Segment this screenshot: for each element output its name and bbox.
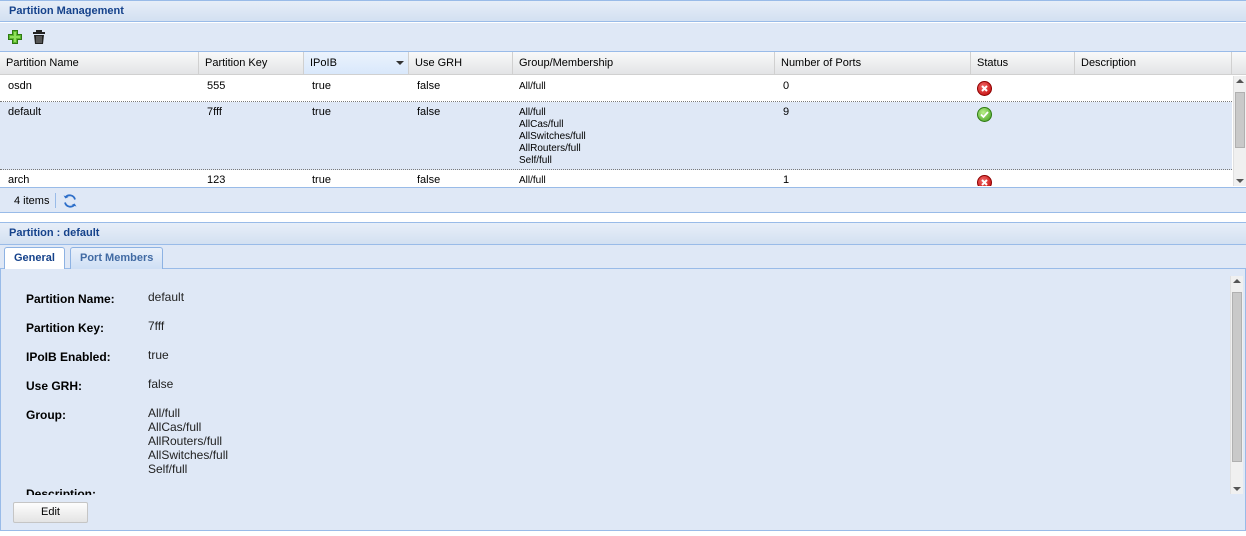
group-value: All/full bbox=[148, 406, 181, 420]
cell-use-grh: false bbox=[417, 80, 441, 92]
detail-tabstrip: General Port Members bbox=[0, 245, 1246, 270]
column-header-partition-key[interactable]: Partition Key bbox=[199, 52, 304, 74]
cell-partition-name: default bbox=[8, 106, 42, 118]
trash-icon[interactable] bbox=[31, 29, 47, 45]
column-header-ipoib-label: IPoIB bbox=[310, 57, 337, 69]
partition-key-label: Partition Key: bbox=[26, 321, 105, 335]
group-value: Self/full bbox=[148, 462, 188, 476]
column-header-use-grh[interactable]: Use GRH bbox=[409, 52, 513, 74]
detail-title: Partition : default bbox=[9, 227, 100, 239]
column-header-ipoib[interactable]: IPoIB bbox=[304, 52, 409, 74]
cell-ipoib: true bbox=[312, 80, 331, 92]
cell-group-membership: All/full bbox=[511, 81, 546, 93]
group-entry: AllCas/full bbox=[519, 119, 564, 130]
group-label: Group: bbox=[26, 408, 66, 422]
scroll-down-icon[interactable] bbox=[1233, 487, 1241, 491]
group-value: AllCas/full bbox=[148, 420, 202, 434]
tab-general[interactable]: General bbox=[4, 247, 65, 270]
group-value: AllSwitches/full bbox=[148, 448, 229, 462]
description-clip: Description: bbox=[1, 481, 1226, 495]
group-entry: AllSwitches/full bbox=[519, 131, 586, 142]
group-entry: All/full bbox=[519, 81, 546, 92]
item-count: 4 items bbox=[14, 195, 50, 207]
group-value: AllRouters/full bbox=[148, 434, 223, 448]
group-entry: All/full bbox=[519, 175, 546, 186]
cell-partition-name: osdn bbox=[8, 80, 32, 92]
group-values: All/full AllCas/full AllRouters/full All… bbox=[148, 406, 228, 476]
scroll-up-icon[interactable] bbox=[1233, 279, 1241, 283]
cell-use-grh: false bbox=[417, 174, 441, 186]
column-header-description[interactable]: Description bbox=[1075, 52, 1232, 74]
partition-name-value: default bbox=[148, 290, 185, 304]
ipoib-enabled-label: IPoIB Enabled: bbox=[26, 350, 111, 364]
cell-ipoib: true bbox=[312, 106, 331, 118]
refresh-icon[interactable] bbox=[62, 193, 78, 209]
group-entry: Self/full bbox=[519, 155, 552, 166]
use-grh-label: Use GRH: bbox=[26, 379, 83, 393]
column-menu-arrow-icon[interactable] bbox=[396, 61, 404, 65]
add-icon[interactable] bbox=[7, 29, 23, 45]
cell-ipoib: true bbox=[312, 174, 331, 186]
partition-name-label: Partition Name: bbox=[26, 292, 115, 306]
scroll-thumb[interactable] bbox=[1235, 92, 1245, 148]
partition-management-header: Partition Management bbox=[0, 0, 1246, 22]
cell-partition-key: 555 bbox=[207, 80, 226, 92]
scroll-thumb[interactable] bbox=[1232, 292, 1242, 462]
cell-partition-key: 123 bbox=[207, 174, 226, 186]
grid-header: Partition Name Partition Key IPoIB Use G… bbox=[0, 52, 1246, 75]
column-header-group-membership[interactable]: Group/Membership bbox=[513, 52, 775, 74]
table-row[interactable]: default 7fff true false All/full AllCas/… bbox=[0, 102, 1232, 170]
grid-scrollbar[interactable] bbox=[1233, 76, 1246, 186]
ok-status-icon bbox=[977, 107, 992, 122]
error-status-icon bbox=[977, 81, 992, 96]
cell-number-of-ports: 1 bbox=[783, 174, 790, 186]
panel-title: Partition Management bbox=[9, 5, 124, 17]
partition-key-value: 7fff bbox=[148, 319, 165, 333]
cell-partition-key: 7fff bbox=[207, 106, 222, 118]
toolbar-separator bbox=[55, 193, 56, 208]
use-grh-value: false bbox=[148, 377, 174, 391]
detail-scrollbar[interactable] bbox=[1230, 276, 1243, 494]
paging-toolbar: 4 items bbox=[0, 187, 1246, 213]
cell-group-membership: All/full AllCas/full AllSwitches/full Al… bbox=[511, 107, 586, 167]
group-entry: All/full bbox=[519, 107, 546, 118]
description-label: Description: bbox=[26, 487, 97, 495]
cell-partition-name: arch bbox=[8, 174, 30, 186]
scroll-up-icon[interactable] bbox=[1236, 79, 1244, 83]
edit-button[interactable]: Edit bbox=[13, 502, 88, 523]
column-header-status[interactable]: Status bbox=[971, 52, 1075, 74]
table-row[interactable]: osdn 555 true false All/full 0 bbox=[0, 76, 1232, 102]
table-row[interactable]: arch 123 true false All/full 1 bbox=[0, 170, 1232, 186]
error-status-icon bbox=[977, 175, 992, 186]
detail-body: Partition Name: default Partition Key: 7… bbox=[0, 269, 1246, 531]
cell-group-membership: All/full bbox=[511, 175, 546, 186]
scroll-down-icon[interactable] bbox=[1236, 179, 1244, 183]
column-header-partition-name[interactable]: Partition Name bbox=[0, 52, 199, 74]
ipoib-enabled-value: true bbox=[148, 348, 169, 362]
grid-toolbar bbox=[0, 23, 1246, 52]
grid-body: osdn 555 true false All/full 0 default 7… bbox=[0, 76, 1232, 186]
cell-use-grh: false bbox=[417, 106, 441, 118]
group-entry: AllRouters/full bbox=[519, 143, 581, 154]
detail-panel-header: Partition : default bbox=[0, 222, 1246, 245]
tab-port-members[interactable]: Port Members bbox=[70, 247, 164, 269]
column-header-number-of-ports[interactable]: Number of Ports bbox=[775, 52, 971, 74]
cell-number-of-ports: 9 bbox=[783, 106, 790, 118]
cell-number-of-ports: 0 bbox=[783, 80, 790, 92]
